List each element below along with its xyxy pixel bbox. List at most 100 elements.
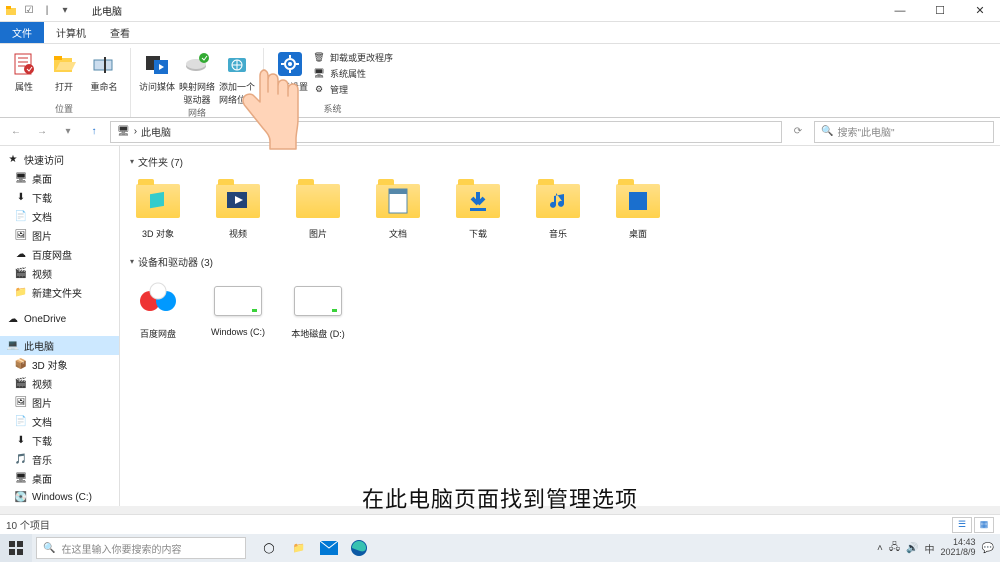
- videos-icon: 🎬: [14, 267, 28, 281]
- status-text: 10 个项目: [6, 517, 50, 532]
- open-settings-button[interactable]: 打开设置: [272, 48, 308, 102]
- window-title: 此电脑: [92, 3, 122, 18]
- ribbon-group-system: 打开设置 🗑卸载或更改程序 🖥系统属性 ⚙管理 系统: [272, 48, 401, 117]
- start-button[interactable]: [0, 534, 32, 562]
- qat-dropdown-icon[interactable]: ▾: [58, 4, 72, 18]
- address-field[interactable]: 🖥 › 此电脑: [110, 121, 782, 143]
- section-header[interactable]: ▾设备和驱动器 (3): [128, 250, 992, 273]
- tab-computer[interactable]: 计算机: [44, 22, 98, 43]
- taskbar-clock[interactable]: 14:43 2021/8/9: [941, 538, 976, 558]
- file-item[interactable]: 音乐: [528, 177, 588, 240]
- nav-up-button[interactable]: ↑: [84, 122, 104, 142]
- rename-button[interactable]: 重命名: [86, 48, 122, 102]
- file-item[interactable]: 下载: [448, 177, 508, 240]
- system-properties-button[interactable]: 🖥系统属性: [312, 66, 393, 80]
- uninstall-programs-button[interactable]: 🗑卸载或更改程序: [312, 50, 393, 64]
- nav-recent-button[interactable]: ▾: [58, 122, 78, 142]
- nav-forward-button[interactable]: →: [32, 122, 52, 142]
- maximize-button[interactable]: ☐: [920, 0, 960, 22]
- item-thumb: [294, 277, 342, 325]
- sidebar-item[interactable]: 🖼图片: [0, 226, 119, 245]
- close-button[interactable]: ✕: [960, 0, 1000, 22]
- view-icons-button[interactable]: ▦: [974, 517, 994, 533]
- content-pane[interactable]: ▾文件夹 (7) 3D 对象视频图片文档下载音乐桌面 ▾设备和驱动器 (3) 百度网盘…: [120, 146, 1000, 506]
- navigation-pane[interactable]: ★快速访问🖥桌面⬇下载📄文档🖼图片☁百度网盘🎬视频📁新建文件夹☁OneDrive…: [0, 146, 120, 506]
- sidebar-item[interactable]: 📄文档: [0, 412, 119, 431]
- qat-divider: |: [40, 4, 54, 18]
- ribbon-group-label: 位置: [55, 102, 73, 117]
- search-icon: 🔍: [43, 543, 55, 554]
- properties-button[interactable]: 属性: [6, 48, 42, 102]
- explorer-icon: [4, 4, 18, 18]
- file-item[interactable]: 本地磁盘 (D:): [288, 277, 348, 340]
- item-thumb: [214, 277, 262, 325]
- qat-properties-icon[interactable]: ☑: [22, 4, 36, 18]
- sidebar-item[interactable]: ☁百度网盘: [0, 245, 119, 264]
- explorer-body: ★快速访问🖥桌面⬇下载📄文档🖼图片☁百度网盘🎬视频📁新建文件夹☁OneDrive…: [0, 146, 1000, 506]
- sysprops-icon: 🖥: [312, 66, 326, 80]
- file-item[interactable]: 3D 对象: [128, 177, 188, 240]
- ribbon-group-location: 属性 打开 重命名 位置: [6, 48, 131, 117]
- sidebar-item[interactable]: ⬇下载: [0, 188, 119, 207]
- addressbar: ← → ▾ ↑ 🖥 › 此电脑 ⟳ 🔍 搜索"此电脑": [0, 118, 1000, 146]
- manage-icon: ⚙: [312, 82, 326, 96]
- view-details-button[interactable]: ☰: [952, 517, 972, 533]
- access-media-button[interactable]: 访问媒体: [139, 48, 175, 106]
- taskbar-search[interactable]: 🔍在这里输入你要搜索的内容: [36, 537, 246, 559]
- map-drive-button[interactable]: 映射网络驱动器: [179, 48, 215, 106]
- add-netloc-button[interactable]: 添加一个网络位置: [219, 48, 255, 106]
- file-item[interactable]: 视频: [208, 177, 268, 240]
- cortana-icon[interactable]: ◯: [258, 537, 280, 559]
- tray-network-icon[interactable]: 🖧: [889, 540, 900, 557]
- item-label: Windows (C:): [211, 327, 265, 337]
- tab-view[interactable]: 查看: [98, 22, 142, 43]
- uninstall-icon: 🗑: [312, 50, 326, 64]
- sidebar-root-快速访问[interactable]: ★快速访问: [0, 150, 119, 169]
- file-item[interactable]: 图片: [288, 177, 348, 240]
- taskbar: 🔍在这里输入你要搜索的内容 ◯ 📁 ˄ 🖧 🔊 中 14:43 2021/8/9…: [0, 534, 1000, 562]
- sidebar-item[interactable]: 🎬视频: [0, 264, 119, 283]
- search-field[interactable]: 🔍 搜索"此电脑": [814, 121, 994, 143]
- section-header[interactable]: ▾文件夹 (7): [128, 150, 992, 173]
- file-item[interactable]: 桌面: [608, 177, 668, 240]
- item-label: 百度网盘: [140, 327, 176, 340]
- desktop-icon: 🖥: [14, 172, 28, 186]
- sidebar-item[interactable]: 📦3D 对象: [0, 355, 119, 374]
- refresh-button[interactable]: ⟳: [788, 122, 808, 142]
- tray-ime-icon[interactable]: 中: [925, 541, 935, 556]
- file-item[interactable]: 文档: [368, 177, 428, 240]
- item-thumb: [294, 177, 342, 225]
- sidebar-item[interactable]: 🖼图片: [0, 393, 119, 412]
- sidebar-root-此电脑[interactable]: 💻此电脑: [0, 336, 119, 355]
- chevron-down-icon: ▾: [130, 157, 134, 166]
- minimize-button[interactable]: —: [880, 0, 920, 22]
- sidebar-item[interactable]: 🎵音乐: [0, 450, 119, 469]
- tray-volume-icon[interactable]: 🔊: [906, 543, 918, 554]
- statusbar: 10 个项目 ☰ ▦: [0, 514, 1000, 534]
- sidebar-item[interactable]: 📁新建文件夹: [0, 283, 119, 302]
- ribbon-tabs: 文件 计算机 查看: [0, 22, 1000, 44]
- sidebar-item[interactable]: 📄文档: [0, 207, 119, 226]
- settings-icon: [276, 50, 304, 78]
- chevron-down-icon: ▾: [130, 257, 134, 266]
- sidebar-root-OneDrive[interactable]: ☁OneDrive: [0, 310, 119, 328]
- item-thumb: [614, 177, 662, 225]
- tab-file[interactable]: 文件: [0, 22, 44, 43]
- netloc-icon: [223, 50, 251, 78]
- 3d-icon: 📦: [14, 358, 28, 372]
- explorer-taskbar-icon[interactable]: 📁: [288, 537, 310, 559]
- notifications-icon[interactable]: 💬: [982, 543, 994, 554]
- tray-up-icon[interactable]: ˄: [877, 543, 883, 554]
- pc-icon: 💻: [6, 339, 20, 353]
- file-item[interactable]: Windows (C:): [208, 277, 268, 340]
- sidebar-item[interactable]: ⬇下载: [0, 431, 119, 450]
- manage-button[interactable]: ⚙管理: [312, 82, 393, 96]
- mail-taskbar-icon[interactable]: [318, 537, 340, 559]
- sidebar-item[interactable]: 🖥桌面: [0, 169, 119, 188]
- edge-taskbar-icon[interactable]: [348, 537, 370, 559]
- file-item[interactable]: 百度网盘: [128, 277, 188, 340]
- open-button[interactable]: 打开: [46, 48, 82, 102]
- star-icon: ★: [6, 153, 20, 167]
- nav-back-button[interactable]: ←: [6, 122, 26, 142]
- sidebar-item[interactable]: 🎬视频: [0, 374, 119, 393]
